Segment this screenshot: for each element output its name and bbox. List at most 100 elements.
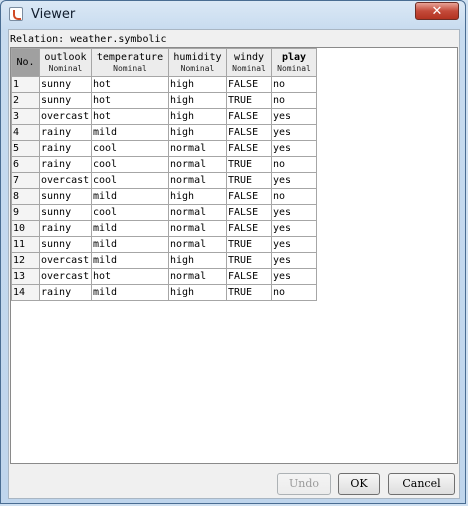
table-row[interactable]: 1 sunny hot high FALSE no <box>11 76 317 93</box>
table-row[interactable]: 13 overcast hot normal FALSE yes <box>11 268 317 285</box>
table-cell[interactable]: mild <box>91 124 169 141</box>
table-cell[interactable]: cool <box>91 172 169 189</box>
table-cell[interactable]: FALSE <box>226 188 272 205</box>
table-cell[interactable]: high <box>168 92 227 109</box>
table-cell[interactable]: overcast <box>39 268 92 285</box>
ok-button[interactable]: OK <box>338 473 380 495</box>
table-row[interactable]: 10 rainy mild normal FALSE yes <box>11 220 317 237</box>
table-cell[interactable]: normal <box>168 156 227 173</box>
viewer-client-area: Relation: weather.symbolic No. outlook Nom… <box>8 29 460 499</box>
table-cell[interactable]: yes <box>271 124 317 141</box>
column-header-temperature[interactable]: temperature Nominal <box>91 48 169 77</box>
table-cell[interactable]: no <box>271 188 317 205</box>
table-cell[interactable]: mild <box>91 284 169 301</box>
row-number-cell: 13 <box>11 268 40 285</box>
table-cell[interactable]: yes <box>271 236 317 253</box>
table-cell[interactable]: FALSE <box>226 108 272 125</box>
table-cell[interactable]: FALSE <box>226 140 272 157</box>
close-button[interactable]: ✕ <box>415 2 459 20</box>
table-cell[interactable]: sunny <box>39 76 92 93</box>
column-header-no[interactable]: No. <box>11 48 40 77</box>
table-row[interactable]: 8 sunny mild high FALSE no <box>11 188 317 205</box>
table-cell[interactable]: sunny <box>39 188 92 205</box>
table-cell[interactable]: FALSE <box>226 220 272 237</box>
table-cell[interactable]: hot <box>91 268 169 285</box>
table-cell[interactable]: normal <box>168 140 227 157</box>
table-cell[interactable]: hot <box>91 108 169 125</box>
table-row[interactable]: 2 sunny hot high TRUE no <box>11 92 317 109</box>
column-header-windy[interactable]: windy Nominal <box>226 48 272 77</box>
table-cell[interactable]: high <box>168 76 227 93</box>
table-cell[interactable]: mild <box>91 220 169 237</box>
table-row[interactable]: 5 rainy cool normal FALSE yes <box>11 140 317 157</box>
title-bar[interactable]: Viewer ✕ <box>1 1 465 29</box>
table-cell[interactable]: normal <box>168 236 227 253</box>
table-cell[interactable]: overcast <box>39 108 92 125</box>
table-cell[interactable]: hot <box>91 76 169 93</box>
table-cell[interactable]: high <box>168 252 227 269</box>
table-cell[interactable]: sunny <box>39 92 92 109</box>
table-cell[interactable]: yes <box>271 252 317 269</box>
table-row[interactable]: 12 overcast mild high TRUE yes <box>11 252 317 269</box>
table-cell[interactable]: yes <box>271 140 317 157</box>
table-cell[interactable]: sunny <box>39 204 92 221</box>
table-cell[interactable]: normal <box>168 220 227 237</box>
table-cell[interactable]: yes <box>271 172 317 189</box>
table-cell[interactable]: hot <box>91 92 169 109</box>
table-cell[interactable]: mild <box>91 236 169 253</box>
table-cell[interactable]: rainy <box>39 220 92 237</box>
table-cell[interactable]: mild <box>91 252 169 269</box>
column-header-humidity[interactable]: humidity Nominal <box>168 48 227 77</box>
table-cell[interactable]: overcast <box>39 252 92 269</box>
table-cell[interactable]: cool <box>91 140 169 157</box>
table-cell[interactable]: FALSE <box>226 76 272 93</box>
table-cell[interactable]: normal <box>168 172 227 189</box>
table-cell[interactable]: overcast <box>39 172 92 189</box>
table-row[interactable]: 6 rainy cool normal TRUE no <box>11 156 317 173</box>
table-cell[interactable]: yes <box>271 268 317 285</box>
cancel-button[interactable]: Cancel <box>388 473 455 495</box>
table-cell[interactable]: TRUE <box>226 284 272 301</box>
undo-button[interactable]: Undo <box>277 473 331 495</box>
table-cell[interactable]: TRUE <box>226 172 272 189</box>
table-cell[interactable]: TRUE <box>226 156 272 173</box>
table-cell[interactable]: TRUE <box>226 92 272 109</box>
table-row[interactable]: 4 rainy mild high FALSE yes <box>11 124 317 141</box>
table-cell[interactable]: normal <box>168 204 227 221</box>
column-header-outlook[interactable]: outlook Nominal <box>39 48 92 77</box>
table-row[interactable]: 11 sunny mild normal TRUE yes <box>11 236 317 253</box>
table-cell[interactable]: normal <box>168 268 227 285</box>
table-cell[interactable]: rainy <box>39 284 92 301</box>
table-row[interactable]: 7 overcast cool normal TRUE yes <box>11 172 317 189</box>
relation-label: Relation: weather.symbolic <box>10 34 167 45</box>
table-cell[interactable]: no <box>271 92 317 109</box>
table-row[interactable]: 14 rainy mild high TRUE no <box>11 284 317 301</box>
table-cell[interactable]: no <box>271 76 317 93</box>
table-cell[interactable]: yes <box>271 108 317 125</box>
table-cell[interactable]: sunny <box>39 236 92 253</box>
data-table-area[interactable]: No. outlook Nominal temperature Nominal humid… <box>10 47 458 464</box>
table-cell[interactable]: cool <box>91 156 169 173</box>
table-cell[interactable]: high <box>168 284 227 301</box>
table-cell[interactable]: high <box>168 188 227 205</box>
table-cell[interactable]: cool <box>91 204 169 221</box>
table-cell[interactable]: rainy <box>39 124 92 141</box>
table-cell[interactable]: no <box>271 284 317 301</box>
column-header-play[interactable]: play Nominal <box>271 48 317 77</box>
table-cell[interactable]: high <box>168 124 227 141</box>
table-cell[interactable]: rainy <box>39 140 92 157</box>
table-cell[interactable]: rainy <box>39 156 92 173</box>
table-cell[interactable]: TRUE <box>226 252 272 269</box>
table-cell[interactable]: FALSE <box>226 268 272 285</box>
table-cell[interactable]: yes <box>271 220 317 237</box>
table-cell[interactable]: FALSE <box>226 204 272 221</box>
column-name: play <box>281 52 307 63</box>
table-cell[interactable]: TRUE <box>226 236 272 253</box>
table-cell[interactable]: yes <box>271 204 317 221</box>
table-row[interactable]: 9 sunny cool normal FALSE yes <box>11 204 317 221</box>
table-row[interactable]: 3 overcast hot high FALSE yes <box>11 108 317 125</box>
table-cell[interactable]: high <box>168 108 227 125</box>
table-cell[interactable]: FALSE <box>226 124 272 141</box>
table-cell[interactable]: mild <box>91 188 169 205</box>
table-cell[interactable]: no <box>271 156 317 173</box>
